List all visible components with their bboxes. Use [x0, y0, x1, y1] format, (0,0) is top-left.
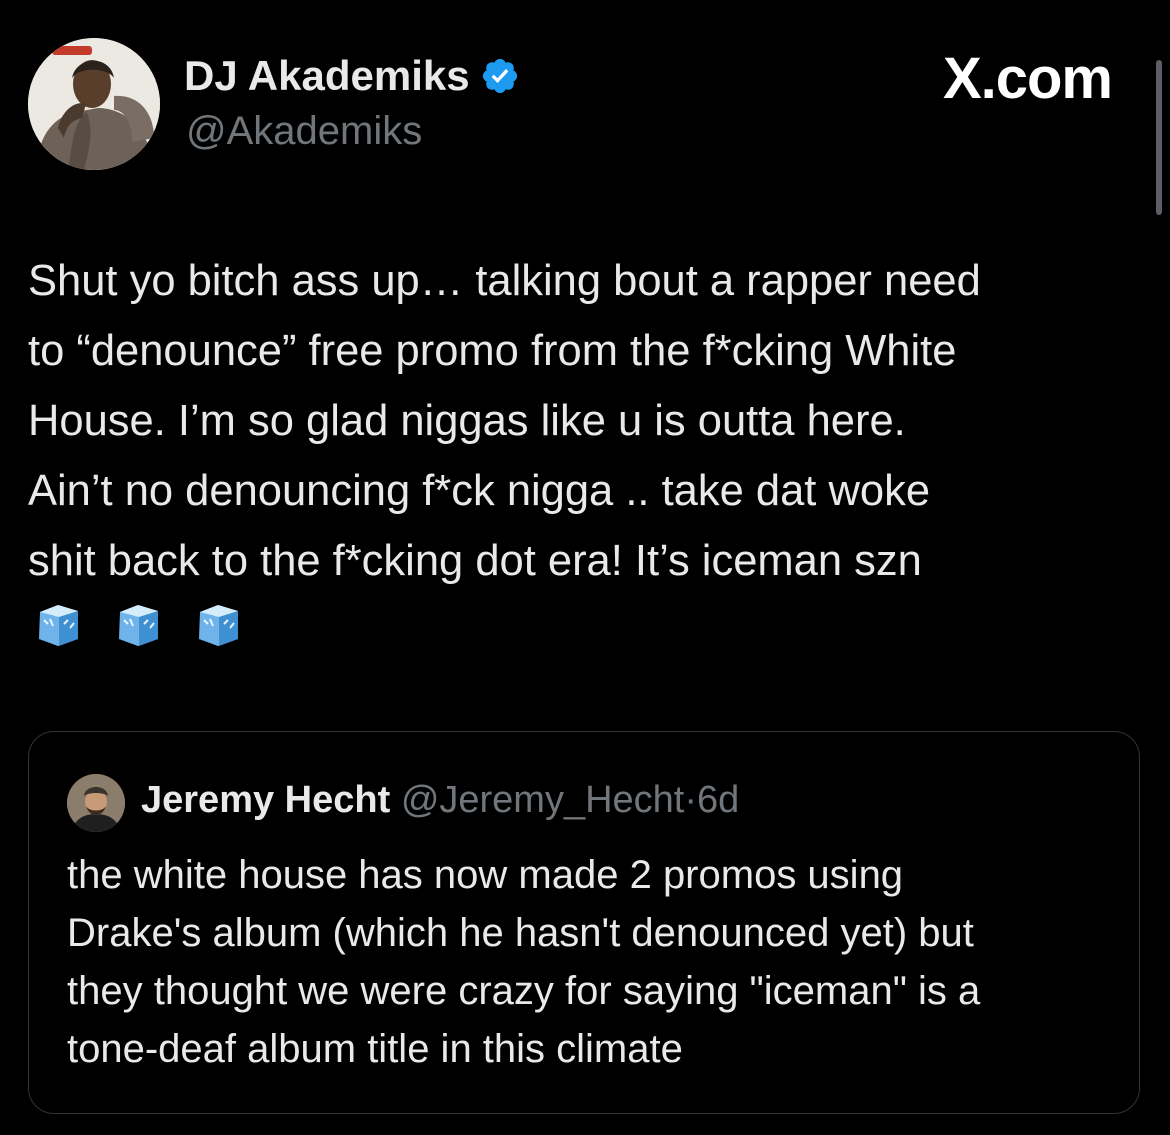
- tweet-emojis: [34, 602, 242, 648]
- quoted-author-handle[interactable]: @Jeremy_Hecht: [401, 779, 685, 821]
- verified-badge-icon: [482, 58, 517, 94]
- author-display-name-row[interactable]: DJ Akademiks: [184, 52, 520, 100]
- author-avatar[interactable]: [28, 38, 160, 170]
- quoted-tweet-header: Jeremy Hecht @Jeremy_Hecht·6d: [141, 776, 739, 824]
- ice-cube-icon: [199, 605, 238, 646]
- quoted-author-name[interactable]: Jeremy Hecht: [141, 779, 390, 821]
- ice-cube-icon: [119, 605, 158, 646]
- author-handle[interactable]: @Akademiks: [186, 108, 422, 154]
- scrollbar[interactable]: [1156, 60, 1162, 215]
- ice-cube-icon: [39, 605, 78, 646]
- quoted-author-avatar[interactable]: [67, 774, 125, 832]
- profile-photo-icon: [67, 774, 125, 832]
- quoted-tweet-card[interactable]: Jeremy Hecht @Jeremy_Hecht·6d the white …: [28, 731, 1140, 1114]
- quoted-tweet-text: the white house has now made 2 promos us…: [67, 853, 981, 1071]
- tweet-text: Shut yo bitch ass up… talking bout a rap…: [28, 257, 981, 585]
- separator-dot: ·: [684, 779, 698, 821]
- quoted-tweet-time[interactable]: 6d: [697, 779, 739, 821]
- x-brand-label: X.com: [942, 46, 1113, 111]
- author-display-name[interactable]: DJ Akademiks: [184, 52, 470, 100]
- profile-photo-icon: [28, 38, 160, 170]
